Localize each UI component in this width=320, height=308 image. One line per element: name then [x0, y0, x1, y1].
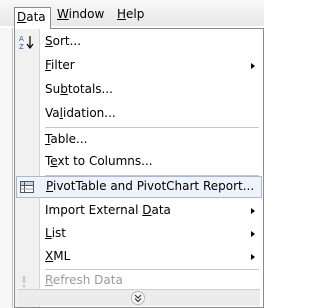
submenu-arrow-icon: [251, 208, 255, 214]
menu-item-sort-label: Sort...: [45, 34, 82, 48]
menu-item-text-to-columns-label: Text to Columns...: [45, 154, 153, 168]
pivot-table-icon: [19, 179, 35, 195]
menu-item-pivottable[interactable]: PivotTable and PivotChart Report...: [16, 176, 262, 198]
svg-text:Z: Z: [19, 43, 24, 50]
menu-window[interactable]: Window: [57, 5, 104, 23]
svg-text:A: A: [19, 35, 24, 43]
menu-help-label: Help: [117, 7, 145, 21]
sort-ascending-icon: A Z: [18, 34, 34, 51]
menu-item-xml[interactable]: XML: [15, 246, 263, 268]
menu-item-pivottable-label: PivotTable and PivotChart Report...: [46, 179, 255, 193]
menu-item-subtotals-label: Subtotals...: [45, 82, 113, 96]
menu-item-import-external-data-label: Import External Data: [45, 203, 171, 217]
menu-item-filter[interactable]: Filter: [15, 55, 263, 77]
menu-item-filter-label: Filter: [45, 58, 75, 72]
menu-item-table[interactable]: Table...: [15, 129, 263, 151]
submenu-arrow-icon: [251, 231, 255, 237]
menu-item-validation[interactable]: Validation...: [15, 103, 263, 125]
menu-data[interactable]: Data: [14, 7, 51, 29]
menu-item-refresh-data-label: Refresh Data: [45, 273, 123, 287]
menu-item-table-label: Table...: [45, 132, 88, 146]
menu-separator: [45, 127, 259, 128]
data-menu-dropdown: A Z Sort... Filter Subtotals... Validati…: [14, 28, 264, 308]
menu-item-xml-label: XML: [45, 249, 71, 263]
chevron-double-down-icon: [131, 291, 145, 305]
menu-expand-button[interactable]: [18, 289, 260, 306]
sheet-left-strip: [0, 28, 13, 308]
menu-data-label: Data: [17, 10, 46, 24]
menu-item-list-label: List: [45, 226, 66, 240]
refresh-icon: [18, 273, 34, 289]
menu-item-import-external-data[interactable]: Import External Data: [15, 200, 263, 222]
submenu-arrow-icon: [251, 254, 255, 260]
menu-item-text-to-columns[interactable]: Text to Columns...: [15, 151, 263, 173]
menu-item-subtotals[interactable]: Subtotals...: [15, 79, 263, 101]
menu-item-list[interactable]: List: [15, 223, 263, 245]
menu-item-sort[interactable]: A Z Sort...: [15, 31, 263, 53]
submenu-arrow-icon: [251, 63, 255, 69]
menu-help[interactable]: Help: [117, 5, 144, 23]
menu-window-label: Window: [57, 7, 105, 21]
menu-bar: Data Window Help: [0, 0, 264, 29]
menu-item-validation-label: Validation...: [45, 106, 116, 120]
